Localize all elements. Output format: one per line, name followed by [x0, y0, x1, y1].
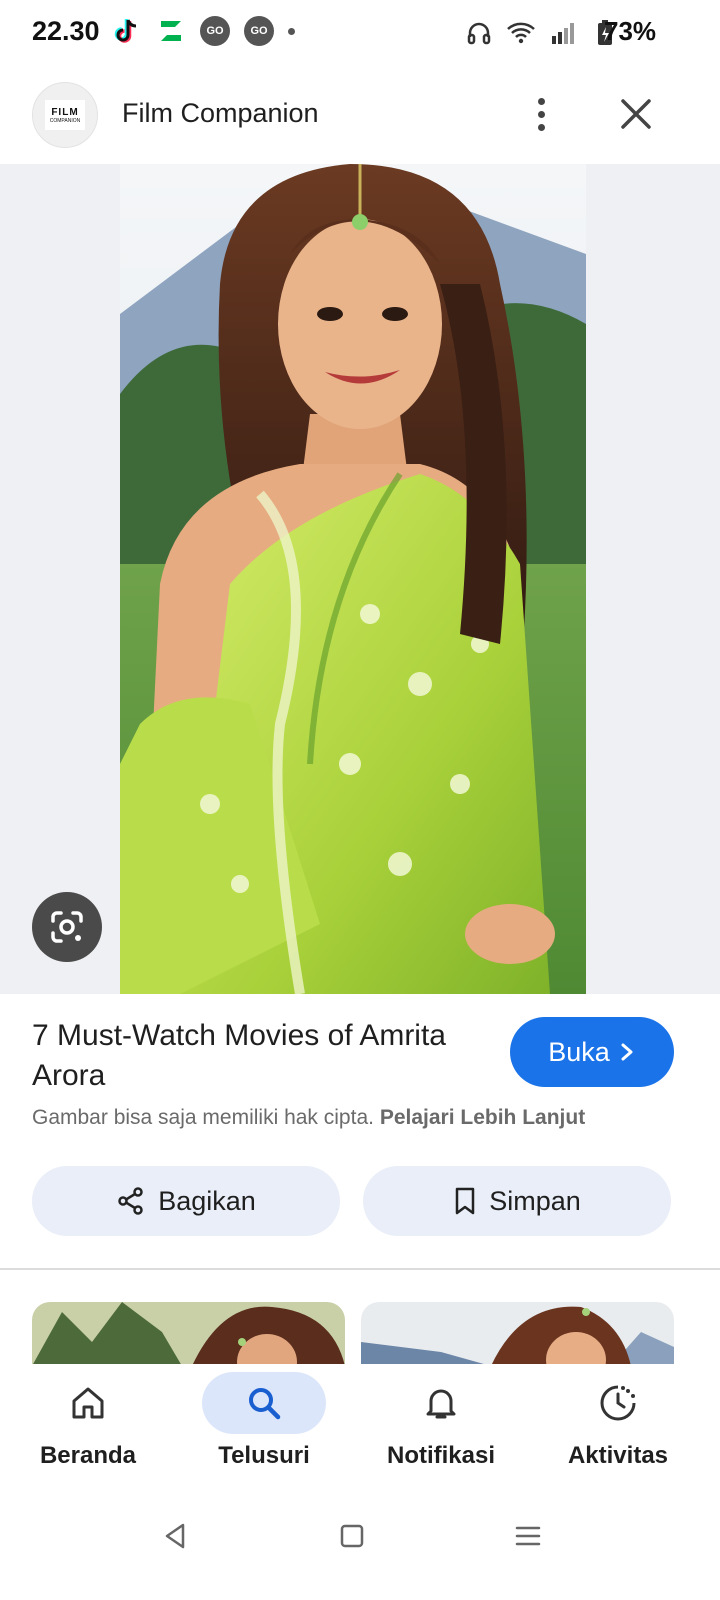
status-time: 22.30 [32, 16, 100, 46]
status-system-icons [464, 18, 620, 48]
system-recents-button[interactable] [498, 1506, 558, 1566]
more-notifications-dot [288, 27, 295, 35]
chevron-right-icon [621, 1043, 633, 1061]
open-label: Buka [548, 1036, 610, 1067]
status-notification-icons: GO GO [112, 16, 295, 46]
bell-icon [426, 1389, 456, 1419]
tiktok-icon [112, 16, 142, 46]
copyright-text: Gambar bisa saja memiliki hak cipta. [32, 1106, 374, 1129]
signal-icon [548, 18, 578, 48]
share-icon [118, 1187, 143, 1215]
battery-percent: 73% [604, 16, 657, 46]
activity-icon [600, 1385, 636, 1421]
wifi-icon [506, 18, 536, 48]
home-square-icon [340, 1524, 364, 1548]
nav-label: Beranda [39, 1442, 137, 1469]
related-image-thumbnail[interactable] [361, 1302, 674, 1366]
app-z-icon [156, 16, 186, 46]
save-label: Simpan [489, 1185, 581, 1216]
close-icon [621, 99, 651, 129]
share-button[interactable]: Bagikan [32, 1166, 340, 1236]
close-button[interactable] [610, 88, 662, 140]
nav-label: Telusuri [218, 1442, 310, 1469]
share-label: Bagikan [158, 1185, 256, 1216]
related-image-thumbnail[interactable] [32, 1302, 345, 1366]
divider [0, 1268, 720, 1270]
result-image[interactable] [120, 164, 586, 994]
more-options-button[interactable] [518, 88, 564, 140]
site-name[interactable]: Film Companion [122, 98, 319, 129]
open-button[interactable]: Buka [510, 1017, 674, 1087]
more-vert-icon [537, 97, 545, 105]
nav-item-telusuri[interactable]: Telusuri [184, 1364, 344, 1494]
search-icon [249, 1388, 281, 1420]
learn-more-link[interactable]: Pelajari Lebih Lanjut [380, 1106, 585, 1129]
nav-item-notifikasi[interactable]: Notifikasi [361, 1364, 521, 1494]
google-lens-icon [51, 911, 83, 943]
system-home-button[interactable] [322, 1506, 382, 1566]
copyright-notice: Gambar bisa saja memiliki hak cipta. Pel… [32, 1106, 585, 1130]
thumbnail-illustration [361, 1302, 674, 1366]
headphones-icon [464, 18, 494, 48]
bottom-navigation: Beranda Telusuri Notifikasi Aktivitas [0, 1364, 720, 1494]
go-icon: GO [244, 16, 274, 46]
system-navigation-bar [0, 1494, 720, 1600]
nav-item-beranda[interactable]: Beranda [8, 1364, 168, 1494]
nav-item-aktivitas[interactable]: Aktivitas [538, 1364, 698, 1494]
logo-subtext: COMPANION [49, 117, 81, 124]
home-icon [72, 1387, 104, 1419]
image-preview-area [0, 164, 720, 994]
bookmark-icon [455, 1187, 475, 1215]
nav-label: Aktivitas [567, 1442, 669, 1469]
menu-lines-icon [515, 1526, 541, 1546]
save-button[interactable]: Simpan [363, 1166, 671, 1236]
result-title[interactable]: 7 Must-Watch Movies of Amrita Arora [32, 1016, 472, 1096]
logo-text: FILM [51, 106, 79, 118]
status-bar: 22.30 GO GO 73% [0, 0, 720, 66]
lens-search-button[interactable] [32, 892, 102, 962]
system-back-button[interactable] [146, 1506, 206, 1566]
go-icon: GO [200, 16, 230, 46]
thumbnail-illustration [32, 1302, 345, 1366]
site-logo[interactable]: FILM COMPANION [32, 82, 98, 148]
nav-label: Notifikasi [386, 1442, 496, 1469]
header: FILM COMPANION Film Companion [0, 66, 720, 164]
image-illustration [120, 164, 586, 994]
back-triangle-icon [165, 1523, 185, 1549]
